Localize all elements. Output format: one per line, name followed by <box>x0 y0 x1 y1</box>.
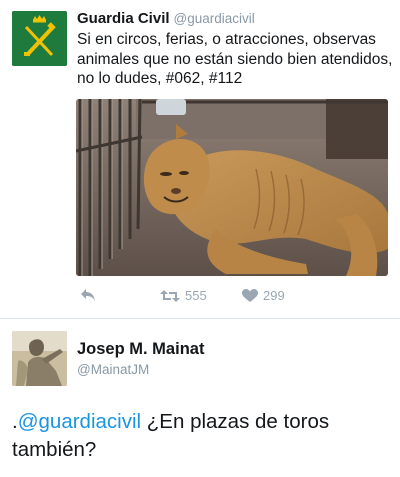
tweet1-actions: 555 299 <box>76 288 396 308</box>
malnourished-lion-photo <box>76 99 388 276</box>
tweet2-author-handle[interactable]: @MainatJM <box>77 362 149 377</box>
reply-button[interactable] <box>80 288 96 302</box>
tweet1-author-name[interactable]: Guardia Civil <box>77 10 170 27</box>
tweet2-text: .@guardiacivil ¿En plazas de toros tambi… <box>12 408 392 464</box>
like-count: 299 <box>263 288 285 303</box>
retweet-button[interactable]: 555 <box>160 288 207 303</box>
tweet2-author-name[interactable]: Josep M. Mainat <box>77 340 204 359</box>
retweet-count: 555 <box>185 288 207 303</box>
mention-link[interactable]: @guardiacivil <box>18 410 141 433</box>
like-button[interactable]: 299 <box>242 288 285 303</box>
guardia-civil-emblem-icon <box>12 11 67 66</box>
guardia-civil-avatar[interactable] <box>12 11 67 66</box>
retweet-icon <box>160 289 180 302</box>
tweet1-author-handle[interactable]: @guardiacivil <box>174 11 255 26</box>
tweet1-header: Guardia Civil @guardiacivil <box>77 10 255 28</box>
statue-avatar-icon <box>12 331 67 386</box>
tweet-josep-mainat: Josep M. Mainat @MainatJM .@guardiacivil… <box>0 319 400 477</box>
tweet1-photo-lion[interactable] <box>76 99 388 276</box>
josep-mainat-avatar[interactable] <box>12 331 67 386</box>
heart-icon <box>242 288 258 302</box>
reply-icon <box>81 289 95 301</box>
tweet-guardia-civil: Guardia Civil @guardiacivil Si en circos,… <box>0 0 400 318</box>
tweet1-text: Si en circos, ferias, o atracciones, obs… <box>77 31 393 87</box>
